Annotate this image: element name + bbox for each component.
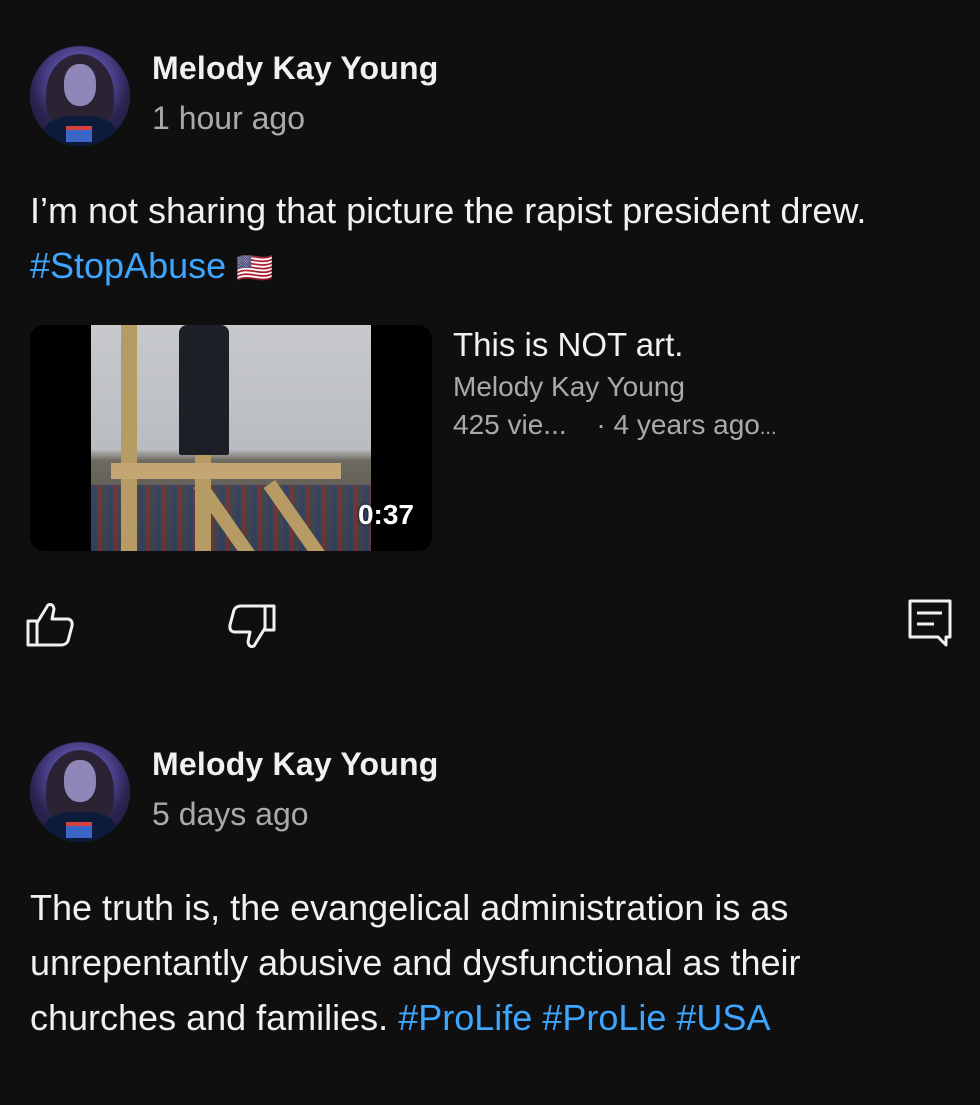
thumbnail-image [91, 325, 371, 551]
video-duration: 0:37 [357, 499, 414, 530]
post-text-content: I’m not sharing that picture the rapist … [30, 190, 867, 231]
video-meta: 425 vie... · 4 years ago... [453, 409, 777, 441]
video-more: ... [759, 417, 777, 439]
like-button[interactable] [24, 599, 76, 651]
video-views: 425 vie... [453, 409, 567, 440]
dislike-button[interactable] [226, 600, 278, 652]
video-channel[interactable]: Melody Kay Young [453, 371, 685, 403]
comment-icon [908, 599, 952, 647]
author-avatar[interactable] [30, 742, 130, 842]
comment-button[interactable] [906, 597, 958, 649]
post-time: 5 days ago [152, 796, 309, 832]
post-text-line: The truth is, the evangelical administra… [30, 887, 789, 928]
hashtag-link[interactable]: #USA [676, 997, 770, 1038]
post-time: 1 hour ago [152, 100, 306, 136]
video-thumbnail[interactable]: 0:37 [30, 325, 432, 551]
thumbs-up-icon [26, 603, 74, 647]
post-text-content: churches and families. [30, 997, 399, 1038]
thumbs-down-icon [228, 604, 276, 648]
hashtag-link[interactable]: #ProLife [398, 997, 532, 1038]
post-text-line: unrepentantly abusive and dysfunctional … [30, 942, 801, 983]
post-text: I’m not sharing that picture the rapist … [30, 183, 930, 296]
video-title[interactable]: This is NOT art. [453, 326, 683, 364]
hashtag-link[interactable]: #StopAbuse [30, 245, 226, 286]
video-age: · 4 years ago [596, 409, 760, 440]
author-name[interactable]: Melody Kay Young [152, 746, 439, 783]
flag-emoji: 🇺🇸 [236, 252, 274, 285]
post-text: The truth is, the evangelical administra… [30, 880, 930, 1045]
author-name[interactable]: Melody Kay Young [152, 50, 439, 87]
post-text-line: churches and families. #ProLife #ProLie … [30, 990, 930, 1045]
hashtag-link[interactable]: #ProLie [542, 997, 666, 1038]
author-avatar[interactable] [30, 46, 130, 146]
